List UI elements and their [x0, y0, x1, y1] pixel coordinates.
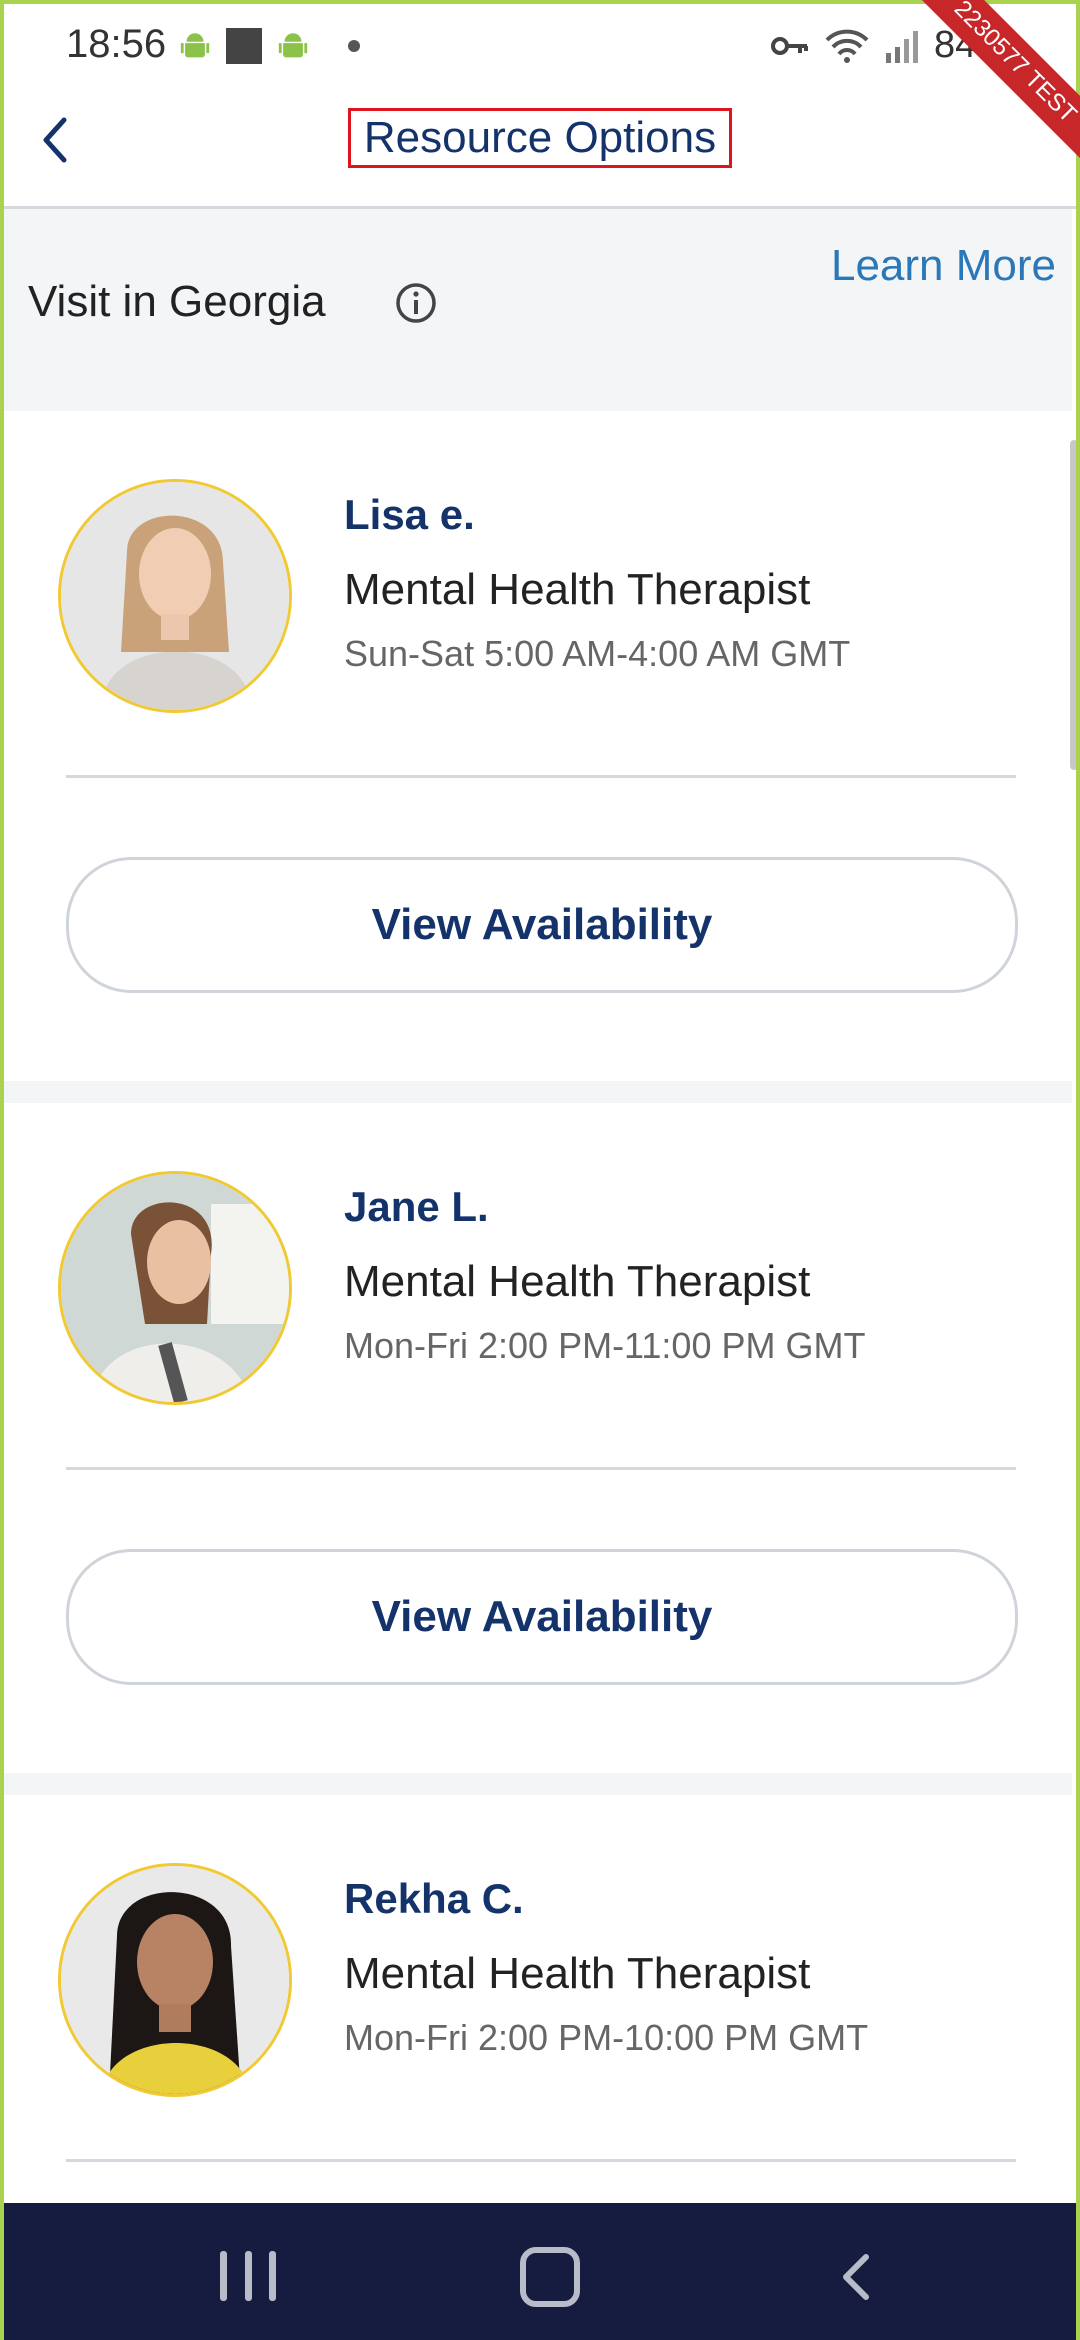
provider-hours: Mon-Fri 2:00 PM-11:00 PM GMT [344, 1325, 866, 1366]
provider-role: Mental Health Therapist [344, 565, 811, 614]
app-notification-icon [226, 28, 262, 64]
back-arrow-icon[interactable] [30, 100, 90, 180]
learn-more-link[interactable]: Learn More [831, 241, 1056, 291]
provider-card: Rekha C. Mental Health Therapist Mon-Fri… [4, 1795, 1072, 2203]
status-bar: 18:56 84% 2230577 TEST [0, 0, 1080, 174]
notification-icons [178, 28, 360, 64]
page-title: Resource Options [348, 108, 732, 168]
android-icon [278, 33, 308, 58]
avatar [58, 479, 292, 713]
system-navigation-bar [0, 2203, 1080, 2340]
provider-card: Jane L. Mental Health Therapist Mon-Fri … [4, 1103, 1072, 1773]
provider-name: Jane L. [344, 1183, 489, 1230]
avatar [58, 1863, 292, 2097]
status-time: 18:56 [66, 22, 167, 66]
wifi-icon [825, 29, 869, 63]
provider-hours: Sun-Sat 5:00 AM-4:00 AM GMT [344, 633, 851, 674]
provider-hours: Mon-Fri 2:00 PM-10:00 PM GMT [344, 2017, 869, 2058]
card-divider [66, 2159, 1016, 2162]
card-separator [4, 1773, 1072, 1795]
provider-name: Lisa e. [344, 491, 475, 538]
view-availability-button[interactable]: View Availability [66, 857, 1018, 993]
android-icon [180, 33, 210, 58]
provider-role: Mental Health Therapist [344, 1949, 811, 1998]
provider-name: Rekha C. [344, 1875, 524, 1922]
home-icon[interactable] [520, 2247, 580, 2307]
more-notifications-dot [348, 40, 360, 52]
avatar [58, 1171, 292, 1405]
vpn-key-icon [770, 36, 808, 55]
visit-location-text: Visit in Georgia [28, 277, 326, 326]
provider-card: Lisa e. Mental Health Therapist Sun-Sat … [4, 411, 1072, 1081]
card-divider [66, 775, 1016, 778]
system-back-icon[interactable] [828, 2247, 888, 2307]
view-availability-button[interactable]: View Availability [66, 1549, 1018, 1685]
provider-role: Mental Health Therapist [344, 1257, 811, 1306]
app-header: Resource Options [0, 90, 1080, 209]
recent-apps-icon[interactable] [220, 2251, 276, 2301]
visit-location-bar: Visit in Georgia Learn More [4, 209, 1072, 411]
scrollbar[interactable] [1070, 440, 1078, 770]
card-divider [66, 1467, 1016, 1470]
card-separator [4, 1081, 1072, 1103]
signal-icon [885, 30, 918, 63]
info-icon[interactable] [394, 281, 438, 325]
